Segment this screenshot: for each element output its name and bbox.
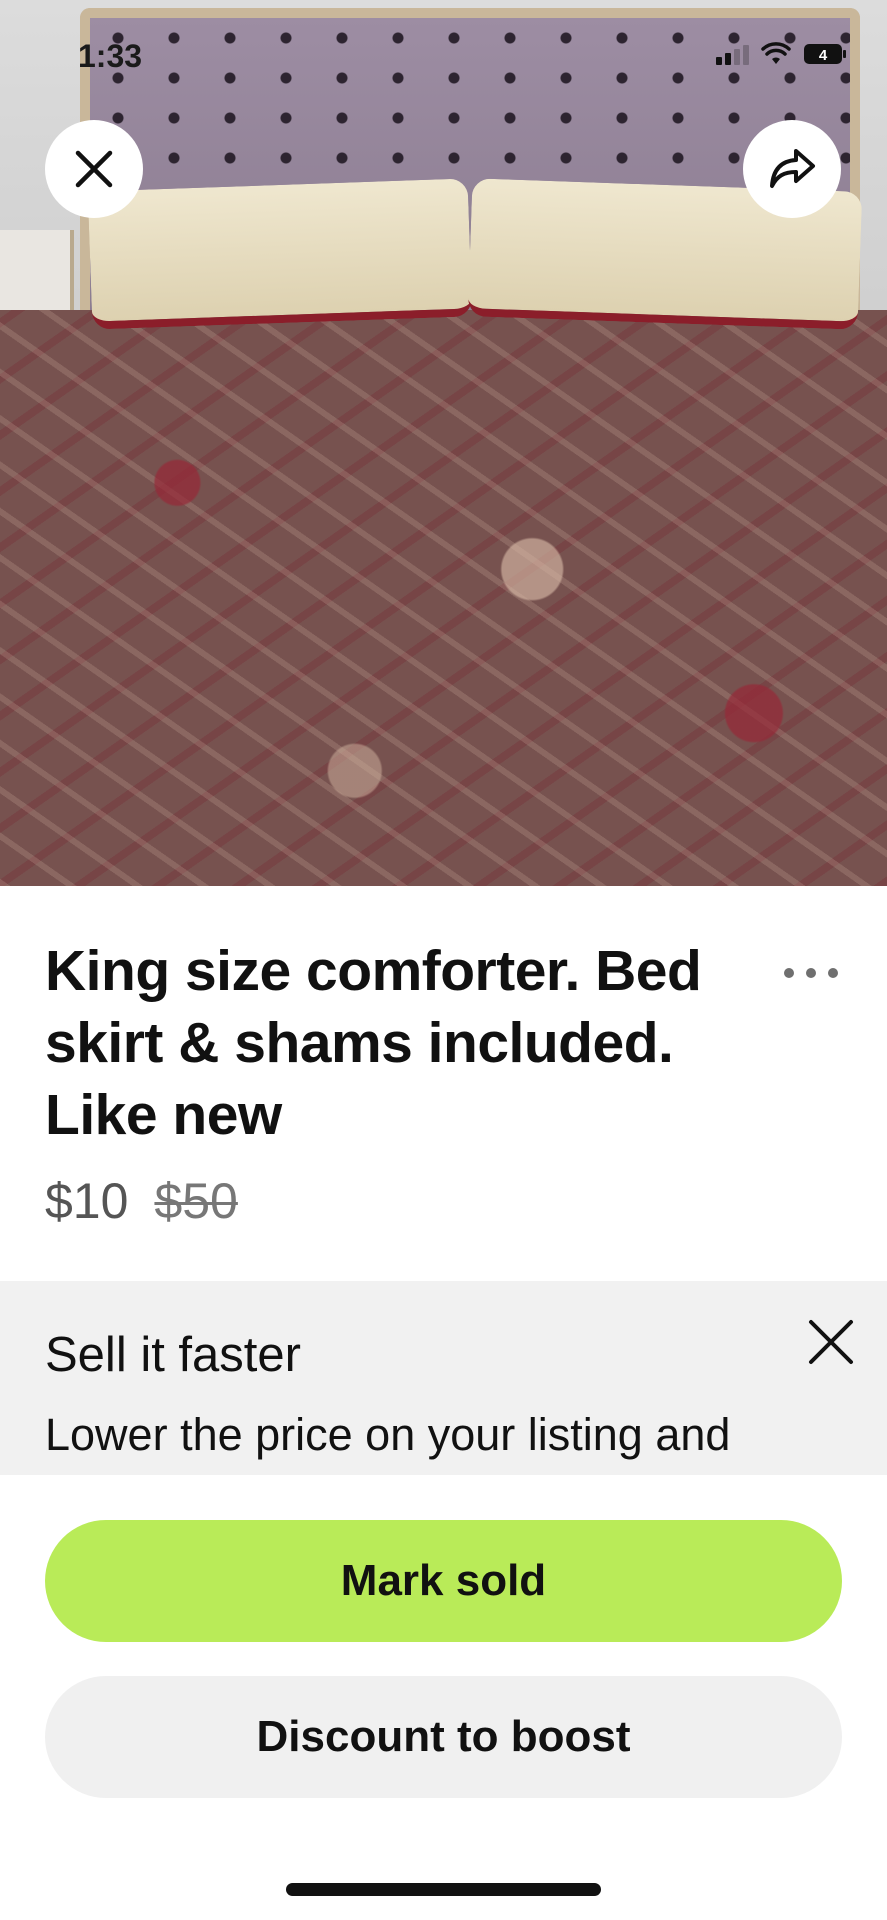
status-time: 1:33 xyxy=(78,38,143,74)
price-row: $10 $50 xyxy=(45,1172,238,1230)
banner-title: Sell it faster xyxy=(45,1328,301,1382)
photo-pillow-left xyxy=(87,178,473,330)
more-icon xyxy=(784,968,794,978)
battery-level: 4 xyxy=(819,47,828,64)
status-icons: 4 xyxy=(716,42,849,66)
banner-dismiss-button[interactable] xyxy=(800,1311,862,1373)
close-button[interactable] xyxy=(45,120,143,218)
banner-text: Lower the price on your listing and xyxy=(45,1409,731,1460)
more-options-button[interactable] xyxy=(784,968,838,978)
more-icon-dot xyxy=(828,968,838,978)
more-icon-dot xyxy=(806,968,816,978)
photo-comforter xyxy=(0,310,887,886)
close-icon xyxy=(75,150,113,188)
listing-photo[interactable] xyxy=(0,0,887,886)
wifi-icon xyxy=(761,42,791,64)
discount-to-boost-button[interactable]: Discount to boost xyxy=(45,1676,842,1798)
signal-icon xyxy=(716,43,749,65)
dismiss-icon xyxy=(809,1320,853,1364)
share-button[interactable] xyxy=(743,120,841,218)
current-price: $10 xyxy=(45,1173,129,1229)
original-price: $50 xyxy=(154,1173,238,1229)
sell-faster-banner: Sell it faster Lower the price on your l… xyxy=(0,1281,887,1475)
status-bar: 1:33 4 xyxy=(0,0,887,110)
mark-sold-button[interactable]: Mark sold xyxy=(45,1520,842,1642)
share-icon xyxy=(770,149,815,188)
listing-title: King size comforter. Bed skirt & shams i… xyxy=(45,939,702,1147)
home-indicator[interactable] xyxy=(286,1883,601,1896)
battery-icon: 4 xyxy=(804,44,846,64)
